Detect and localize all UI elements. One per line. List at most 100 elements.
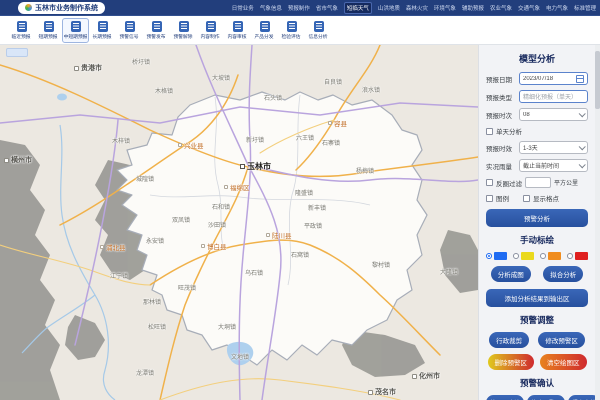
rainfall-label: 实况雨量 — [486, 161, 516, 171]
document-icon — [44, 21, 54, 32]
warning-analyze-button[interactable]: 预警分析 — [486, 209, 588, 227]
toolbar-item-label: 信息分析 — [309, 33, 328, 40]
area-filter-checkbox[interactable] — [486, 179, 493, 186]
clear-draw-area-button[interactable]: 清空绘图区 — [540, 354, 587, 370]
warning-confirm-title: 预警确认 — [486, 377, 588, 389]
draw-area-confirm-button[interactable]: 绘图区确认 — [486, 395, 524, 400]
legend-checkbox[interactable] — [486, 195, 493, 202]
delete-warning-area-button[interactable]: 删除预警区 — [488, 354, 535, 370]
topnav-item-11[interactable]: 电力气象 — [546, 4, 568, 12]
toolbar-item-11[interactable]: 信息分析 — [305, 18, 332, 43]
topnav-item-0[interactable]: 日常业务 — [232, 4, 254, 12]
topnav-item-4[interactable]: 短临天气 — [344, 2, 372, 14]
color-chip — [548, 252, 561, 260]
forecast-type-input[interactable]: 精细化预报（单天） — [519, 90, 588, 103]
calendar-icon[interactable] — [576, 75, 584, 83]
document-icon — [314, 21, 324, 32]
forecast-hour-select[interactable]: 08 — [519, 108, 588, 121]
toolbar-item-8[interactable]: 内容审核 — [224, 18, 251, 43]
edit-warning-area-button[interactable]: 修改预警区 — [538, 332, 585, 348]
rainfall-select[interactable]: 截止当前时间 — [519, 159, 588, 172]
plot-color-picker — [486, 252, 588, 260]
toolbar-item-label: 长期预报 — [93, 33, 112, 40]
fit-analysis-button[interactable]: 拟合分析 — [543, 266, 583, 282]
app-title: 玉林市业务制作系统 — [35, 3, 98, 13]
toolbar-item-4[interactable]: 预警信号 — [116, 18, 143, 43]
panel-title: 模型分析 — [486, 52, 588, 65]
document-icon — [98, 21, 108, 32]
topnav-item-3[interactable]: 省市气象 — [316, 4, 338, 12]
toolbar-item-2[interactable]: 中短期预报 — [62, 18, 89, 43]
color-chip — [575, 252, 588, 260]
add-result-to-output-button[interactable]: 添加分析结果到输出区 — [486, 289, 588, 307]
validity-label: 预报时效 — [486, 143, 516, 153]
manual-plot-title: 手动标绘 — [486, 234, 588, 246]
forecast-hour-value: 08 — [523, 112, 579, 118]
topnav-item-1[interactable]: 气象信息 — [260, 4, 282, 12]
map-corner-tag[interactable] — [6, 48, 28, 57]
topnav-item-2[interactable]: 预报制作 — [288, 4, 310, 12]
area-filter-label: 反圈过滤 — [496, 178, 522, 188]
toolbar-item-6[interactable]: 预警解除 — [170, 18, 197, 43]
topnav-item-5[interactable]: 山洪地质 — [378, 4, 400, 12]
grid-label: 显示格点 — [533, 193, 559, 203]
color-chip — [521, 252, 534, 260]
toolbar-item-0[interactable]: 临近预报 — [8, 18, 35, 43]
model-analysis-panel: 模型分析 预报日期 2023/07/18 预报类型 精细化预报（单天） 预报时次… — [478, 45, 595, 400]
document-icon — [206, 21, 216, 32]
toolbar-item-3[interactable]: 长期预报 — [89, 18, 116, 43]
scrollbar-thumb[interactable] — [595, 51, 600, 109]
toolbar-item-5[interactable]: 预警发布 — [143, 18, 170, 43]
forecast-date-label: 预报日期 — [486, 74, 516, 84]
submit-review-button[interactable]: 提交审核 — [568, 395, 595, 400]
toolbar-item-1[interactable]: 短期预报 — [35, 18, 62, 43]
toolbar-item-10[interactable]: 检验评估 — [278, 18, 305, 43]
map-canvas[interactable]: 玉林市贵港市横州市茂名市化州市兴业县容县福绵区陆川县博白县浦北县桥圩镇木格镇大坡… — [0, 45, 478, 400]
topnav-item-8[interactable]: 辅助预报 — [462, 4, 484, 12]
top-navbar: 玉林市业务制作系统 日常业务气象信息预报制作省市气象短临天气山洪地质森林火灾环境… — [0, 0, 600, 16]
topnav-item-7[interactable]: 环境气象 — [434, 4, 456, 12]
modify-warning-area-button[interactable]: 修改预警区 — [527, 395, 565, 400]
toolbar-item-label: 检验评估 — [282, 33, 301, 40]
legend-label: 图例 — [496, 193, 509, 203]
topnav-item-9[interactable]: 农业气象 — [490, 4, 512, 12]
grid-checkbox[interactable] — [523, 195, 530, 202]
validity-select[interactable]: 1-3天 — [519, 141, 588, 154]
main-area: 玉林市贵港市横州市茂名市化州市兴业县容县福绵区陆川县博白县浦北县桥圩镇木格镇大坡… — [0, 45, 600, 400]
toolbar-item-label: 预警解除 — [174, 33, 193, 40]
forecast-date-input[interactable]: 2023/07/18 — [519, 72, 588, 85]
chevron-down-icon — [579, 143, 586, 150]
lake — [57, 94, 67, 101]
toolbar-item-7[interactable]: 内容制作 — [197, 18, 224, 43]
toolbar-item-label: 短期预报 — [39, 33, 58, 40]
plot-color-red[interactable] — [567, 252, 588, 260]
toolbar-item-label: 内容审核 — [228, 33, 247, 40]
area-filter-input[interactable] — [525, 177, 551, 188]
toolbar-item-label: 临近预报 — [12, 33, 31, 40]
radio-icon — [513, 253, 519, 259]
validity-value: 1-3天 — [523, 143, 579, 152]
radio-icon — [567, 253, 573, 259]
scrollbar[interactable] — [595, 45, 600, 400]
analysis-to-image-button[interactable]: 分析成图 — [491, 266, 531, 282]
topnav-item-10[interactable]: 交通气象 — [518, 4, 540, 12]
plot-color-orange[interactable] — [540, 252, 561, 260]
document-icon — [71, 21, 81, 32]
topnav-item-6[interactable]: 森林火灾 — [406, 4, 428, 12]
single-day-checkbox[interactable] — [486, 128, 493, 135]
document-icon — [179, 21, 189, 32]
toolbar-item-label: 预警发布 — [147, 33, 166, 40]
topnav-item-12[interactable]: 标准管理 — [574, 4, 596, 12]
toolbar-item-9[interactable]: 产品分发 — [251, 18, 278, 43]
forecast-date-value: 2023/07/18 — [523, 76, 576, 82]
chevron-down-icon — [579, 161, 586, 168]
plot-color-yellow[interactable] — [513, 252, 534, 260]
toolbar-item-label: 内容制作 — [201, 33, 220, 40]
forecast-type-value: 精细化预报（单天） — [523, 92, 584, 101]
toolbar-item-label: 中短期预报 — [64, 33, 88, 40]
admin-clip-button[interactable]: 行政裁剪 — [489, 332, 529, 348]
forecast-type-label: 预报类型 — [486, 92, 516, 102]
app-logo[interactable]: 玉林市业务制作系统 — [18, 2, 105, 14]
radio-icon — [486, 253, 492, 259]
plot-color-blue[interactable] — [486, 252, 507, 260]
